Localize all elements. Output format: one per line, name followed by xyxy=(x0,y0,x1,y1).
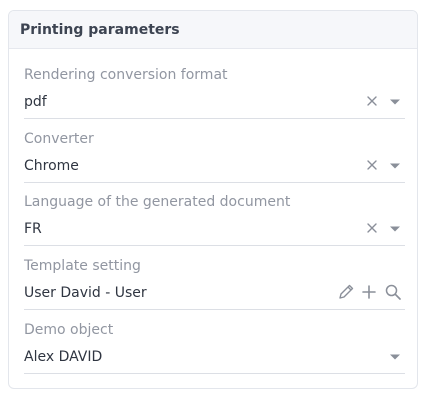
clear-icon[interactable] xyxy=(365,221,379,235)
field-value: User David - User xyxy=(24,285,147,301)
field-value: FR xyxy=(24,221,42,237)
printing-parameters-panel: Printing parameters Rendering conversion… xyxy=(8,10,418,389)
dropdown-caret-icon[interactable] xyxy=(389,161,401,171)
converter-select[interactable]: Chrome xyxy=(24,157,405,183)
field-value: Chrome xyxy=(24,158,79,174)
search-icon[interactable] xyxy=(384,283,402,301)
template-setting-input[interactable]: User David - User xyxy=(24,284,405,310)
field-value: Alex DAVID xyxy=(24,349,103,365)
panel-header: Printing parameters xyxy=(9,11,417,49)
pencil-edit-icon[interactable] xyxy=(337,283,355,301)
dropdown-caret-icon[interactable] xyxy=(389,352,401,362)
field-label: Converter xyxy=(24,131,94,147)
document-language-select[interactable]: FR xyxy=(24,220,405,246)
dropdown-caret-icon[interactable] xyxy=(389,97,401,107)
rendering-conversion-format-field: Rendering conversion format pdf xyxy=(24,65,405,119)
panel-title: Printing parameters xyxy=(20,21,180,38)
field-label: Demo object xyxy=(24,322,114,338)
field-value: pdf xyxy=(24,94,47,110)
converter-field: Converter Chrome xyxy=(24,129,405,183)
document-language-field: Language of the generated document FR xyxy=(24,192,405,246)
demo-object-select[interactable]: Alex DAVID xyxy=(24,348,405,374)
field-label: Language of the generated document xyxy=(24,194,291,210)
field-label: Rendering conversion format xyxy=(24,67,228,83)
template-setting-field: Template setting User David - User xyxy=(24,256,405,310)
rendering-conversion-format-select[interactable]: pdf xyxy=(24,93,405,119)
demo-object-field: Demo object Alex DAVID xyxy=(24,320,405,374)
clear-icon[interactable] xyxy=(365,158,379,172)
field-label: Template setting xyxy=(24,258,141,274)
plus-icon[interactable] xyxy=(361,284,377,300)
dropdown-caret-icon[interactable] xyxy=(389,224,401,234)
clear-icon[interactable] xyxy=(365,94,379,108)
